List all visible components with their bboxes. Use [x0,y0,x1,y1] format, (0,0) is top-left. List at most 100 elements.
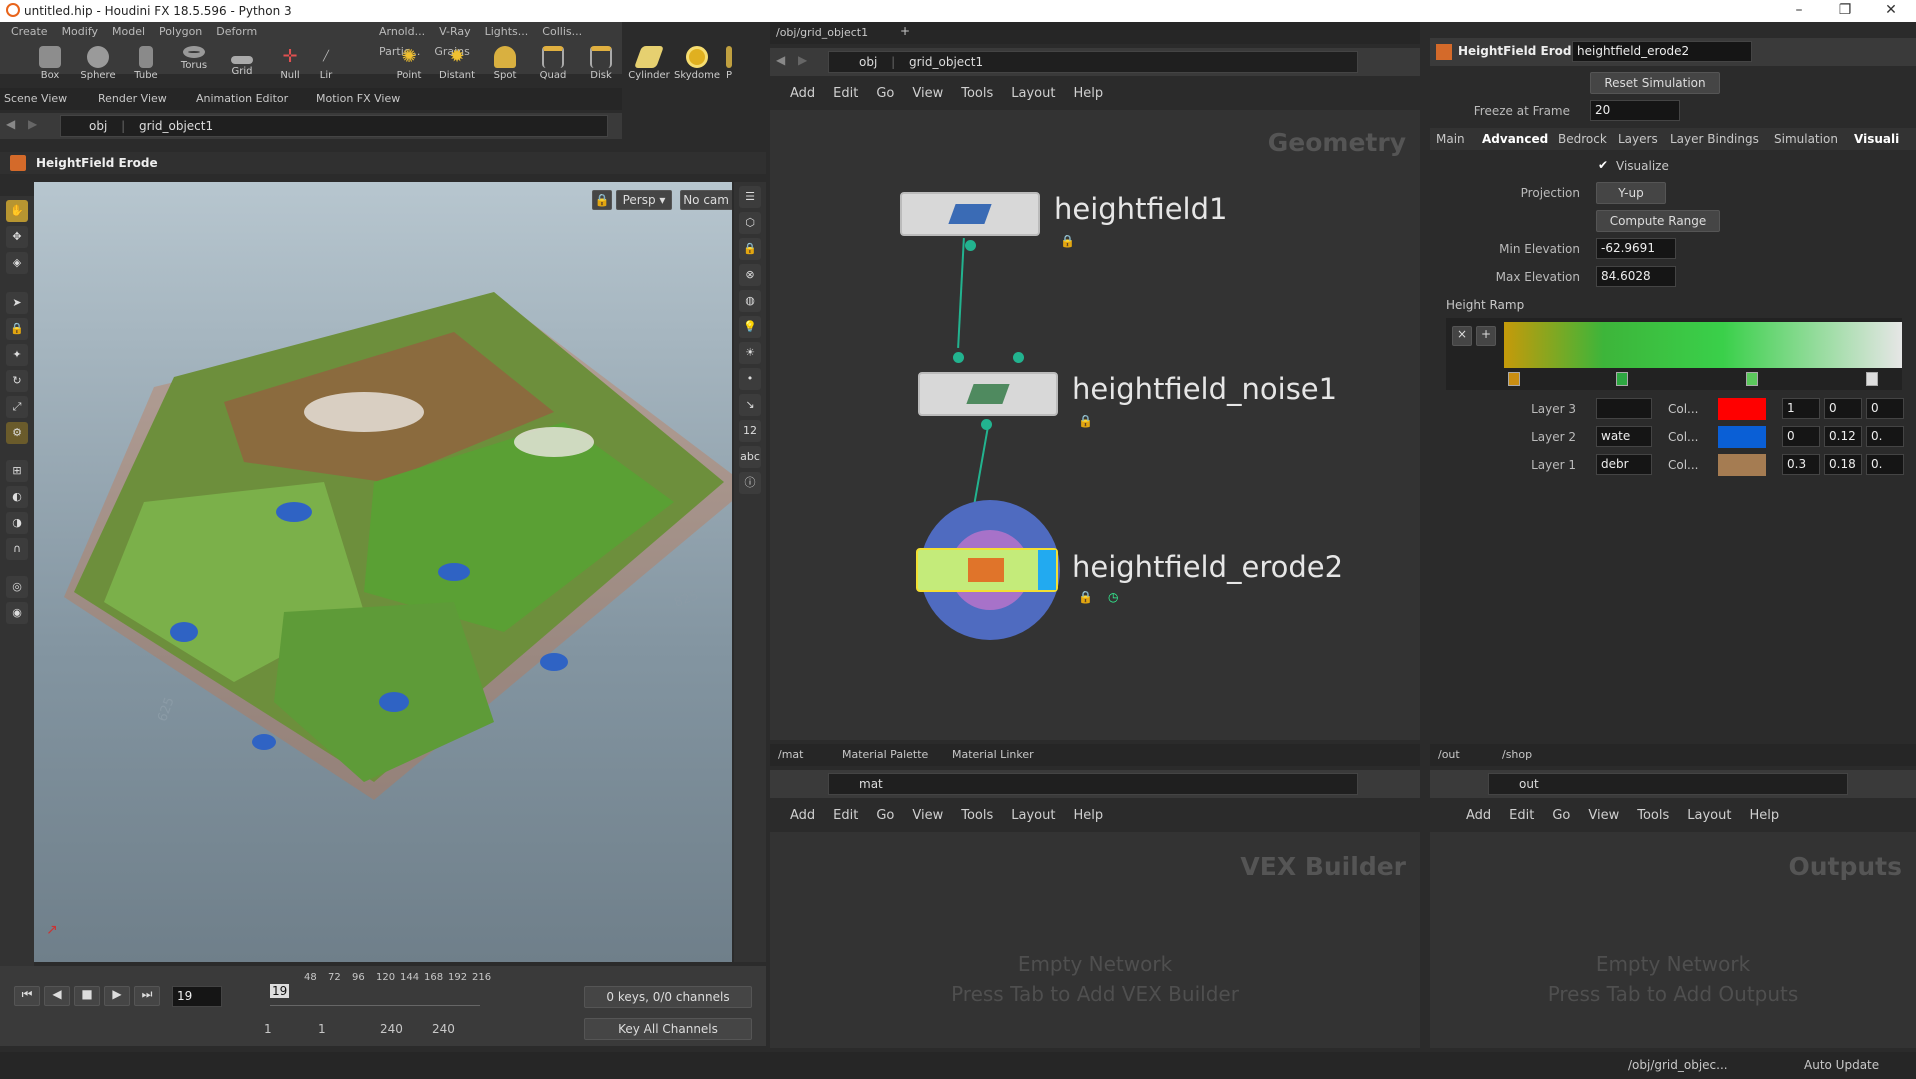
reset-simulation-button[interactable]: Reset Simulation [1590,72,1720,94]
menu-help[interactable]: Help [1073,808,1103,823]
tab-visualize[interactable]: Visuali [1854,132,1899,146]
color-r-field[interactable]: 1 [1782,398,1820,419]
menu-view[interactable]: View [912,86,943,101]
shelf-tool-disk-light[interactable]: Disk [577,46,625,81]
add-tab-icon[interactable]: + [900,24,910,38]
menu-tools[interactable]: Tools [1637,808,1669,823]
camera-dropdown[interactable]: No cam ▾ [680,190,732,210]
menu-add[interactable]: Add [790,86,815,101]
node-heightfield1[interactable] [900,192,1040,236]
node-name-field[interactable]: heightfield_erode2 [1572,41,1752,62]
tab-material-palette[interactable]: Material Palette [842,748,928,761]
tab-out[interactable]: /out [1438,748,1460,761]
shelf-tab[interactable]: Create [4,22,55,42]
forward-arrow-icon[interactable]: ▶ [28,117,37,131]
shelf-tab[interactable]: V-Ray [432,22,478,42]
snap-prim-icon[interactable]: ◐ [6,486,28,508]
menu-layout[interactable]: Layout [1011,808,1055,823]
node-output-port[interactable] [965,240,976,251]
points-icon[interactable]: • [739,368,761,390]
tab-main[interactable]: Main [1436,132,1465,146]
translate-icon[interactable]: ✦ [6,344,28,366]
color-r-field[interactable]: 0 [1782,426,1820,447]
render-icon[interactable]: ◉ [6,602,28,624]
shelf-tool-quad-light[interactable]: Quad [529,46,577,81]
end-frame[interactable]: 240 [380,1022,403,1036]
layer-color-swatch[interactable] [1718,454,1766,476]
rotate-icon[interactable]: ↻ [6,370,28,392]
pointer-icon[interactable]: ➤ [6,292,28,314]
viewer-path-field[interactable]: obj | grid_object1 [60,115,608,137]
menu-edit[interactable]: Edit [1509,808,1534,823]
last-frame-icon[interactable]: ⏭ [134,986,160,1006]
lock-icon[interactable]: 🔒 [1060,234,1075,248]
shelf-tab[interactable]: Polygon [152,22,209,42]
back-arrow-icon[interactable]: ◀ [6,117,15,131]
status-path[interactable]: /obj/grid_objec... [1628,1058,1728,1072]
color-b-field[interactable]: 0. [1866,454,1904,475]
menu-add[interactable]: Add [790,808,815,823]
mat-path-field[interactable]: mat [828,773,1358,795]
menu-go[interactable]: Go [876,808,894,823]
tab-layer-bindings[interactable]: Layer Bindings [1670,132,1759,146]
tab-simulation[interactable]: Simulation [1774,132,1838,146]
node-output-port[interactable] [981,419,992,430]
node-heightfield-noise1[interactable] [918,372,1058,416]
ramp-key[interactable] [1508,372,1520,386]
height-ramp-gradient[interactable] [1504,322,1902,368]
menu-view[interactable]: View [912,808,943,823]
menu-edit[interactable]: Edit [833,86,858,101]
current-frame-field[interactable]: 19 [172,986,222,1007]
scale-icon[interactable]: ⤢ [6,396,28,418]
maximize-button[interactable]: ❐ [1822,0,1868,22]
menu-help[interactable]: Help [1749,808,1779,823]
lock-icon[interactable]: 🔒 [1078,590,1093,604]
tab-advanced[interactable]: Advanced [1482,132,1548,146]
stop-icon[interactable]: ■ [74,986,100,1006]
compute-range-button[interactable]: Compute Range [1596,210,1720,232]
tab-render-view[interactable]: Render View [98,92,167,105]
layer-color-swatch[interactable] [1718,398,1766,420]
menu-tools[interactable]: Tools [961,808,993,823]
shelf-tab[interactable]: Deform [209,22,264,42]
shelf-tab[interactable]: Lights... [478,22,536,42]
shelf-tab[interactable]: Modify [55,22,105,42]
shelf-tab[interactable]: Collis... [535,22,589,42]
node-input-port[interactable] [953,352,964,363]
handle-tool-icon[interactable]: ◈ [6,252,28,274]
menu-add[interactable]: Add [1466,808,1491,823]
shelf-tab[interactable]: Arnold... [372,22,432,42]
forward-arrow-icon[interactable]: ▶ [798,53,807,67]
shelf-tool-null[interactable]: ✛ Null [266,46,314,81]
wireframe-icon[interactable]: ⬡ [739,212,761,234]
projection-dropdown[interactable]: Y-up [1596,182,1666,204]
play-icon[interactable]: ▶ [104,986,130,1006]
normals-icon[interactable]: ↘ [739,394,761,416]
play-reverse-icon[interactable]: ◀ [44,986,70,1006]
tab-material-linker[interactable]: Material Linker [952,748,1034,761]
color-b-field[interactable]: 0 [1866,398,1904,419]
layer-color-swatch[interactable] [1718,426,1766,448]
tab-motion-fx-view[interactable]: Motion FX View [316,92,400,105]
menu-layout[interactable]: Layout [1687,808,1731,823]
color-r-field[interactable]: 0.3 [1782,454,1820,475]
tab-shop[interactable]: /shop [1502,748,1532,761]
menu-view[interactable]: View [1588,808,1619,823]
close-button[interactable]: ✕ [1868,0,1914,22]
tab-obj-grid[interactable]: /obj/grid_object1 [776,26,868,39]
key-all-channels-dropdown[interactable]: Key All Channels [584,1018,752,1040]
color-b-field[interactable]: 0. [1866,426,1904,447]
minimize-button[interactable]: – [1776,0,1822,22]
visualize-checkbox[interactable]: ✔ [1598,158,1608,172]
text-abc-icon[interactable]: abc [739,446,761,468]
numbers-icon[interactable]: 12 [739,420,761,442]
display-options-icon[interactable]: ☰ [739,186,761,208]
first-frame-icon[interactable]: ⏮ [14,986,40,1006]
tab-animation-editor[interactable]: Animation Editor [196,92,288,105]
start-frame-2[interactable]: 1 [318,1022,326,1036]
menu-tools[interactable]: Tools [961,86,993,101]
color-g-field[interactable]: 0 [1824,398,1862,419]
ramp-key[interactable] [1866,372,1878,386]
light-icon[interactable]: 💡 [739,316,761,338]
menu-edit[interactable]: Edit [833,808,858,823]
